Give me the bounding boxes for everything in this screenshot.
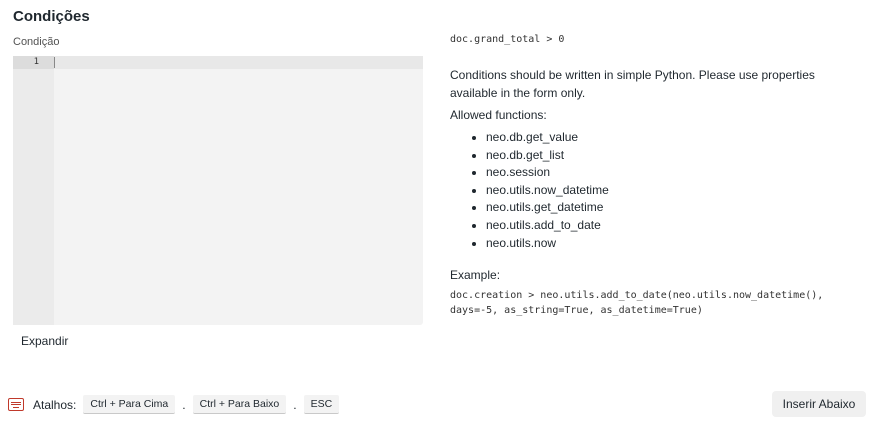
- code-editor[interactable]: 1: [13, 56, 423, 325]
- shortcut-key: ESC: [303, 395, 340, 414]
- list-item: neo.utils.get_datetime: [486, 199, 850, 217]
- line-number: 1: [33, 57, 39, 67]
- shortcuts-bar: Atalhos: Ctrl + Para Cima . Ctrl + Para …: [8, 395, 342, 414]
- example-label: Example:: [450, 268, 501, 283]
- list-item: neo.db.get_value: [486, 129, 850, 147]
- active-line: 1: [13, 56, 423, 69]
- example-code-line: doc.creation > neo.utils.add_to_date(neo…: [450, 290, 824, 302]
- keyboard-icon: [8, 398, 24, 411]
- insert-below-button[interactable]: Inserir Abaixo: [772, 391, 866, 417]
- shortcut-key: Ctrl + Para Baixo: [192, 395, 287, 414]
- help-panel: doc.grand_total > 0 Conditions should be…: [450, 34, 850, 318]
- list-item: neo.utils.now_datetime: [486, 182, 850, 200]
- list-item: neo.utils.now: [486, 235, 850, 253]
- condition-label: Condição: [13, 36, 60, 48]
- section-title: Condições: [13, 8, 90, 25]
- example-condition: doc.grand_total > 0: [450, 34, 565, 45]
- allowed-functions-list: neo.db.get_value neo.db.get_list neo.ses…: [450, 129, 850, 252]
- shortcut-key: Ctrl + Para Cima: [83, 395, 176, 414]
- example-code: doc.creation > neo.utils.add_to_date(neo…: [450, 288, 850, 318]
- allowed-functions-title: Allowed functions:: [450, 108, 547, 122]
- list-item: neo.utils.add_to_date: [486, 217, 850, 235]
- help-description: Conditions should be written in simple P…: [450, 68, 815, 100]
- example-code-line: days=-5, as_string=True, as_datetime=Tru…: [450, 305, 703, 317]
- expand-button[interactable]: Expandir: [21, 334, 68, 348]
- editor-gutter: [13, 56, 54, 325]
- shortcuts-label: Atalhos:: [33, 397, 77, 412]
- text-cursor: [54, 57, 55, 68]
- condition-field: Condição 1: [13, 36, 423, 325]
- list-item: neo.db.get_list: [486, 147, 850, 165]
- list-item: neo.session: [486, 164, 850, 182]
- shortcut-separator: .: [182, 397, 186, 412]
- shortcut-separator: .: [293, 397, 297, 412]
